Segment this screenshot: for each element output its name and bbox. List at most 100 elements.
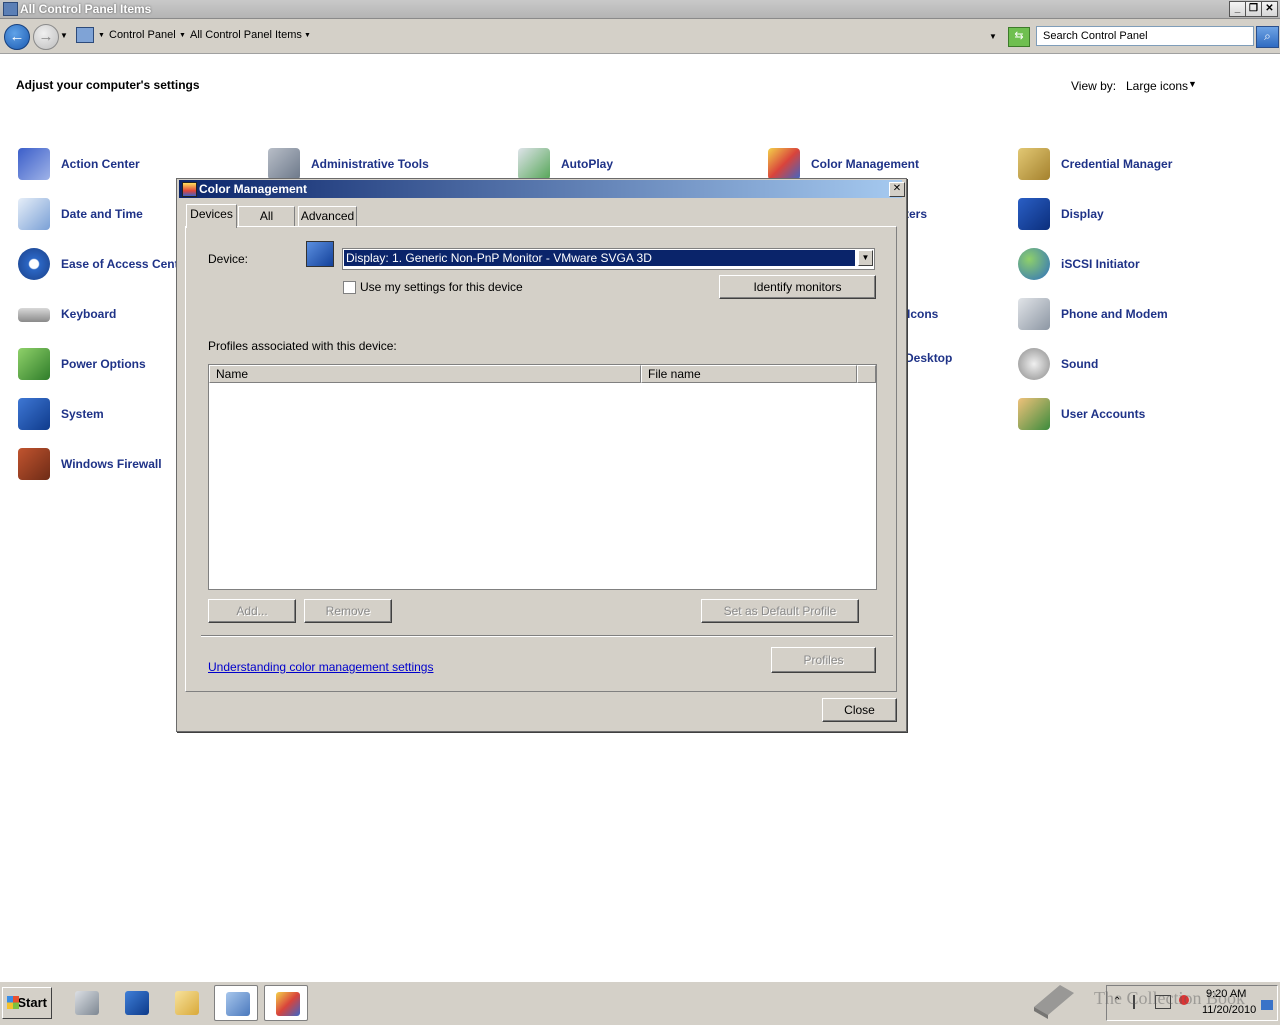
column-header-file-name[interactable]: File name xyxy=(641,365,857,383)
profiles-list[interactable]: Name File name xyxy=(208,364,877,590)
chevron-down-icon[interactable]: ▼ xyxy=(1188,79,1197,89)
divider xyxy=(201,635,893,637)
close-button[interactable]: Close xyxy=(822,698,897,722)
dialog-close-button[interactable]: ✕ xyxy=(889,182,905,197)
calendar-clock-icon xyxy=(18,198,50,230)
chevron-down-icon[interactable]: ▼ xyxy=(858,250,873,266)
color-management-dialog: Color Management ✕ Devices All Profiles … xyxy=(176,178,907,732)
display-icon xyxy=(1018,198,1050,230)
tab-devices[interactable]: Devices xyxy=(186,204,237,228)
device-dropdown[interactable]: Display: 1. Generic Non-PnP Monitor - VM… xyxy=(342,248,875,270)
taskbar-explorer[interactable] xyxy=(164,985,208,1021)
cp-item-partial-label[interactable]: Icons xyxy=(907,307,938,321)
item-label: Administrative Tools xyxy=(311,157,429,171)
item-label: Credential Manager xyxy=(1061,157,1173,171)
tab-all-profiles[interactable]: All Profiles xyxy=(238,206,295,242)
search-input[interactable]: Search Control Panel xyxy=(1036,26,1254,46)
address-history-dropdown[interactable]: ▼ xyxy=(989,32,997,41)
control-panel-icon xyxy=(3,2,18,16)
taskbar-color-management[interactable] xyxy=(264,985,308,1021)
view-by-dropdown[interactable]: Large icons xyxy=(1126,79,1188,93)
battery-icon xyxy=(18,348,50,380)
taskbar-powershell[interactable] xyxy=(114,985,158,1021)
chevron-down-icon[interactable]: ▼ xyxy=(304,32,311,39)
users-icon xyxy=(1018,398,1050,430)
help-link[interactable]: Understanding color management settings xyxy=(208,660,433,674)
add-button[interactable]: Add... xyxy=(208,599,296,623)
speaker-icon xyxy=(1018,348,1050,380)
restore-button[interactable]: ❐ xyxy=(1245,1,1262,17)
view-by-label: View by: xyxy=(1071,79,1117,93)
flag-icon xyxy=(18,148,50,180)
forward-button[interactable]: → xyxy=(33,24,59,50)
refresh-button[interactable]: ⇆ xyxy=(1008,27,1030,47)
back-button[interactable]: ← xyxy=(4,24,30,50)
profiles-label: Profiles associated with this device: xyxy=(208,339,397,353)
column-header-name[interactable]: Name xyxy=(209,365,641,383)
system-icon xyxy=(18,398,50,430)
start-label: Start xyxy=(17,995,47,1010)
dialog-title-bar[interactable]: Color Management ✕ xyxy=(179,180,905,198)
monitor-icon xyxy=(306,241,334,267)
color-management-icon xyxy=(276,992,300,1016)
item-label: iSCSI Initiator xyxy=(1061,257,1140,271)
tab-advanced[interactable]: Advanced xyxy=(298,206,357,227)
item-label: User Accounts xyxy=(1061,407,1146,421)
server-manager-icon xyxy=(75,991,99,1015)
chevron-down-icon[interactable]: ▼ xyxy=(179,32,186,39)
dialog-title: Color Management xyxy=(199,182,308,196)
cp-item-partial-label[interactable]: ters xyxy=(905,207,927,221)
item-label: Date and Time xyxy=(61,207,143,221)
arrow-left-icon: ← xyxy=(9,28,25,45)
address-toolbar: ← → ▼ ▼ Control Panel ▼ All Control Pane… xyxy=(0,19,1280,54)
item-label: Windows Firewall xyxy=(61,457,162,471)
column-header-blank xyxy=(857,365,876,383)
control-panel-icon xyxy=(226,992,250,1016)
profiles-button[interactable]: Profiles xyxy=(771,647,876,673)
phone-icon xyxy=(1018,298,1050,330)
set-default-profile-button[interactable]: Set as Default Profile xyxy=(701,599,859,623)
show-desktop-button[interactable] xyxy=(1261,1000,1273,1010)
item-label: Color Management xyxy=(811,157,920,171)
color-management-icon xyxy=(768,148,800,180)
search-icon[interactable]: ⌕ xyxy=(1256,26,1279,48)
use-my-settings-checkbox[interactable] xyxy=(343,281,356,294)
window-title: All Control Panel Items xyxy=(20,2,152,16)
breadcrumb-control-panel[interactable]: Control Panel xyxy=(109,29,176,41)
clock-date[interactable]: 11/20/2010 xyxy=(1202,1004,1256,1016)
recent-pages-dropdown[interactable]: ▼ xyxy=(60,31,68,40)
remove-button[interactable]: Remove xyxy=(304,599,392,623)
ease-of-access-icon xyxy=(18,248,50,280)
autoplay-icon xyxy=(518,148,550,180)
item-label: Display xyxy=(1061,207,1104,221)
color-management-icon xyxy=(182,182,197,197)
cp-item-partial-label[interactable]: Desktop xyxy=(905,351,952,365)
item-label: Keyboard xyxy=(61,307,117,321)
item-label: Sound xyxy=(1061,357,1099,371)
device-label: Device: xyxy=(208,252,249,266)
control-panel-icon xyxy=(76,27,94,43)
clock-time[interactable]: 9:20 AM xyxy=(1206,988,1246,1000)
taskbar: Start ⌃ xyxy=(0,981,1280,1025)
close-window-button[interactable]: ✕ xyxy=(1261,1,1278,17)
use-my-settings-label[interactable]: Use my settings for this device xyxy=(360,280,523,294)
item-label: AutoPlay xyxy=(561,157,614,171)
breadcrumb-all-items[interactable]: All Control Panel Items xyxy=(190,29,302,41)
identify-monitors-button[interactable]: Identify monitors xyxy=(719,275,876,299)
item-label: System xyxy=(61,407,104,421)
iscsi-icon xyxy=(1018,248,1050,280)
item-label: Action Center xyxy=(61,157,140,171)
window-title-bar[interactable]: All Control Panel Items _ ❐ ✕ xyxy=(0,0,1280,19)
page-title: Adjust your computer's settings xyxy=(16,78,200,92)
chevron-down-icon[interactable]: ▼ xyxy=(98,32,105,39)
item-label: Ease of Access Cente xyxy=(61,257,186,271)
admin-tools-icon xyxy=(268,148,300,180)
start-button[interactable]: Start xyxy=(2,987,52,1019)
taskbar-server-manager[interactable] xyxy=(64,985,108,1021)
taskbar-control-panel[interactable] xyxy=(214,985,258,1021)
minimize-button[interactable]: _ xyxy=(1229,1,1246,17)
device-selected-value: Display: 1. Generic Non-PnP Monitor - VM… xyxy=(344,250,855,266)
keyboard-icon xyxy=(18,308,50,322)
folder-icon xyxy=(175,991,199,1015)
windows-logo-icon xyxy=(7,996,19,1009)
